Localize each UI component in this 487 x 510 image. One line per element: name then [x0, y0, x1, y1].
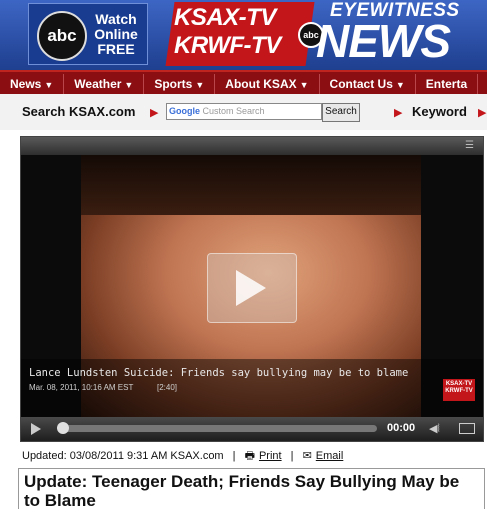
time-display: 00:00 [387, 422, 416, 434]
nav-item-label: About KSAX [225, 77, 297, 91]
search-input[interactable]: Google Custom Search [166, 103, 322, 120]
video-frame[interactable]: Lance Lundsten Suicide: Friends say bull… [21, 155, 483, 417]
player-topbar: ☰ [21, 137, 483, 155]
news-text: NEWS [316, 15, 451, 67]
printer-icon[interactable]: 🖶 [245, 450, 255, 462]
site-header: abc Watch Online FREE KSAX-TV KRWF-TV ab… [0, 0, 487, 70]
chevron-down-icon: ▼ [195, 80, 205, 90]
volume-icon[interactable]: ◀⦚ [429, 422, 440, 436]
video-date: Mar. 08, 2011, 10:16 AM EST [29, 383, 134, 392]
chevron-down-icon: ▼ [299, 80, 309, 90]
station-logo[interactable]: KSAX-TV KRWF-TV [174, 4, 281, 60]
mini-logo-line-2: KRWF-TV [445, 388, 473, 394]
main-nav: News ▼ Weather ▼ Sports ▼ About KSAX ▼ Conta… [0, 70, 487, 96]
headline-box: Update: Teenager Death; Friends Say Bull… [18, 468, 485, 510]
nav-item-sports[interactable]: Sports ▼ [144, 74, 216, 94]
nav-item-entertainment[interactable]: Enterta [416, 74, 479, 94]
chevron-down-icon: ▼ [395, 80, 405, 90]
divider: | [232, 450, 236, 462]
video-caption: Lance Lundsten Suicide: Friends say bull… [21, 359, 483, 417]
google-logo: Google [169, 106, 200, 116]
email-link[interactable]: Email [316, 450, 344, 462]
chevron-down-icon: ▼ [44, 80, 54, 90]
promo-text: Watch Online FREE [94, 11, 138, 57]
station-mini-logo: KSAX-TV KRWF-TV [443, 379, 475, 401]
nav-item-label: Weather [74, 77, 122, 91]
progress-handle[interactable] [57, 422, 69, 434]
print-link[interactable]: Print [259, 450, 282, 462]
play-icon[interactable] [31, 423, 41, 435]
player-controls: 00:00 ◀⦚ [21, 417, 483, 441]
watch-online-promo[interactable]: abc Watch Online FREE [28, 3, 148, 65]
envelope-icon[interactable]: ✉ [303, 450, 312, 462]
arrow-right-icon: ▶ [150, 107, 159, 119]
station-line-2: KRWF-TV [174, 32, 281, 59]
menu-icon[interactable]: ☰ [465, 140, 477, 152]
video-thumbnail-top [81, 155, 421, 215]
nav-item-label: Sports [154, 77, 193, 91]
nav-item-news[interactable]: News ▼ [0, 74, 65, 94]
article-headline: Update: Teenager Death; Friends Say Bull… [24, 472, 460, 510]
video-title: Lance Lundsten Suicide: Friends say bull… [29, 367, 409, 379]
search-placeholder: Custom Search [202, 106, 265, 116]
search-button[interactable]: Search [322, 103, 360, 122]
chevron-down-icon: ▼ [124, 80, 134, 90]
nav-item-weather[interactable]: Weather ▼ [64, 74, 145, 94]
search-bar: Search KSAX.com ▶ Google Custom Search S… [0, 94, 487, 130]
mini-logo-line-1: KSAX-TV [445, 381, 473, 387]
updated-text: Updated: 03/08/2011 9:31 AM KSAX.com [22, 450, 224, 462]
video-player[interactable]: ☰ Lance Lundsten Suicide: Friends say bu… [20, 136, 484, 442]
search-label: Search KSAX.com [22, 104, 136, 119]
fullscreen-icon[interactable] [459, 423, 475, 434]
divider: | [290, 450, 294, 462]
play-overlay-button[interactable] [207, 253, 297, 323]
nav-item-contact[interactable]: Contact Us ▼ [320, 74, 416, 94]
play-icon [236, 270, 266, 306]
arrow-right-icon: ▶ [478, 107, 487, 119]
nav-item-label: Contact Us [329, 77, 393, 91]
nav-item-label: Enterta [425, 77, 468, 91]
keyword-label[interactable]: Keyword [412, 104, 467, 119]
abc-logo: abc [37, 11, 87, 61]
station-line-1: KSAX-TV [174, 4, 276, 31]
nav-item-about[interactable]: About KSAX ▼ [215, 74, 320, 94]
article-byline: Updated: 03/08/2011 9:31 AM KSAX.com | 🖶… [22, 447, 343, 466]
progress-bar[interactable] [57, 422, 377, 434]
nav-item-label: News [10, 77, 42, 91]
video-duration: [2:40] [157, 383, 178, 392]
arrow-right-icon: ▶ [394, 107, 403, 119]
